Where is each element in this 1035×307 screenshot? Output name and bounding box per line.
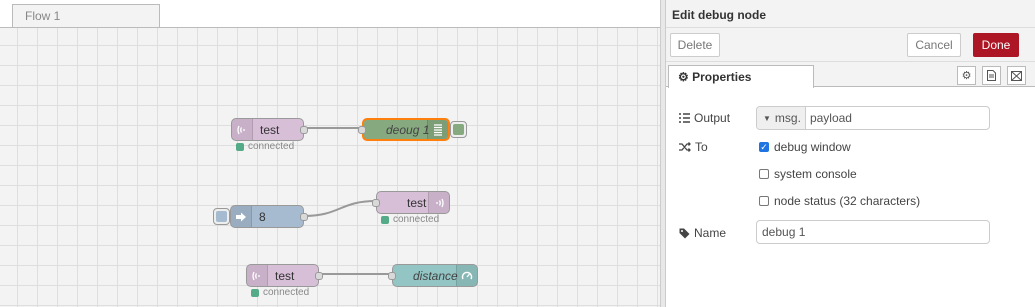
output-typed-input[interactable]: ▼ msg. payload [756, 106, 990, 130]
flow-canvas[interactable]: test connected deoug 1 8 test connected … [0, 28, 660, 307]
output-value: payload [809, 111, 852, 125]
tab-properties-label: Properties [692, 70, 752, 84]
edit-node-panel: Edit debug node Delete Cancel Done ⚙ Pro… [666, 0, 1035, 307]
node-status: connected [236, 141, 294, 152]
output-port[interactable] [300, 126, 308, 134]
node-websocket-test-1[interactable]: test [231, 118, 308, 141]
name-label: Name [694, 226, 727, 240]
input-port[interactable] [372, 199, 380, 207]
inject-arrow-icon [231, 206, 252, 227]
status-dot [381, 215, 389, 224]
gear-icon: ⚙ [678, 70, 689, 84]
node-label: 8 [259, 210, 266, 224]
panel-title: Edit debug node [666, 0, 1035, 28]
debug-toggle-indicator [453, 124, 464, 135]
node-status: connected [251, 287, 309, 298]
delete-button[interactable]: Delete [670, 33, 720, 57]
node-label: test [407, 196, 427, 210]
inject-trigger-button[interactable] [213, 208, 230, 225]
system-console-label: system console [774, 167, 857, 181]
caret-down-icon: ▼ [763, 113, 771, 123]
done-button[interactable]: Done [973, 33, 1019, 57]
wires [303, 127, 392, 275]
random-icon [679, 142, 691, 152]
name-row-label: Name [679, 226, 726, 240]
debug-list-icon [427, 120, 448, 139]
status-dot [251, 288, 259, 297]
websocket-icon [428, 192, 449, 213]
debug-window-label: debug window [774, 140, 851, 154]
node-label: test [260, 123, 280, 137]
workspace-tabs: Flow 1 [0, 0, 660, 28]
node-debug-1[interactable]: deoug 1 [358, 118, 450, 141]
option-system-console[interactable]: system console [759, 167, 857, 181]
list-icon [679, 113, 690, 123]
node-status-label: node status (32 characters) [774, 194, 921, 208]
tab-flow-1[interactable]: Flow 1 [12, 4, 160, 27]
name-input[interactable]: debug 1 [756, 220, 990, 244]
inject-trigger-indicator [216, 211, 227, 222]
node-websocket-test-2[interactable]: test [372, 191, 450, 214]
flow-workspace[interactable]: Flow 1 test connected deoug 1 8 test con… [0, 0, 660, 307]
properties-tab-bar: ⚙ Properties ⚙ [666, 62, 1035, 88]
status-text: connected [393, 214, 440, 225]
debug-window-checkbox[interactable]: ✓ [759, 142, 769, 152]
tab-properties[interactable]: ⚙ Properties [668, 65, 814, 88]
system-console-checkbox[interactable] [759, 169, 769, 179]
output-type-prefix: msg. [774, 111, 801, 125]
debug-toggle-button[interactable] [450, 121, 467, 138]
node-websocket-test-3[interactable]: test [246, 264, 323, 287]
settings-tab-icon[interactable]: ⚙ [957, 66, 976, 85]
option-debug-window[interactable]: ✓ debug window [759, 140, 851, 154]
websocket-icon [232, 119, 253, 140]
name-value: debug 1 [762, 225, 806, 239]
output-port[interactable] [300, 213, 308, 221]
node-label: distance [413, 269, 458, 283]
tag-icon [679, 228, 690, 238]
input-port[interactable] [358, 126, 366, 134]
status-text: connected [263, 287, 310, 298]
output-type-selector[interactable]: ▼ msg. [757, 107, 806, 129]
output-port[interactable] [315, 272, 323, 280]
status-dot [236, 142, 244, 151]
panel-toolbar: Delete Cancel Done [666, 28, 1035, 62]
node-gauge-distance[interactable]: distance [388, 264, 478, 287]
to-label: To [695, 140, 708, 154]
node-status: connected [381, 214, 439, 225]
node-inject-8[interactable]: 8 [230, 205, 308, 228]
node-status-checkbox[interactable] [759, 196, 769, 206]
wire-inject-to-test [303, 200, 377, 217]
output-label: Output [694, 111, 731, 125]
cancel-button[interactable]: Cancel [907, 33, 961, 57]
node-label: test [275, 269, 295, 283]
to-row-label: To [679, 140, 708, 154]
appearance-tab-icon[interactable] [1007, 66, 1026, 85]
output-row-label: Output [679, 111, 730, 125]
option-node-status[interactable]: node status (32 characters) [759, 194, 920, 208]
description-tab-icon[interactable] [982, 66, 1001, 85]
status-text: connected [248, 141, 295, 152]
gauge-icon [456, 265, 477, 286]
node-label: deoug 1 [386, 123, 430, 137]
websocket-icon [247, 265, 268, 286]
input-port[interactable] [388, 272, 396, 280]
